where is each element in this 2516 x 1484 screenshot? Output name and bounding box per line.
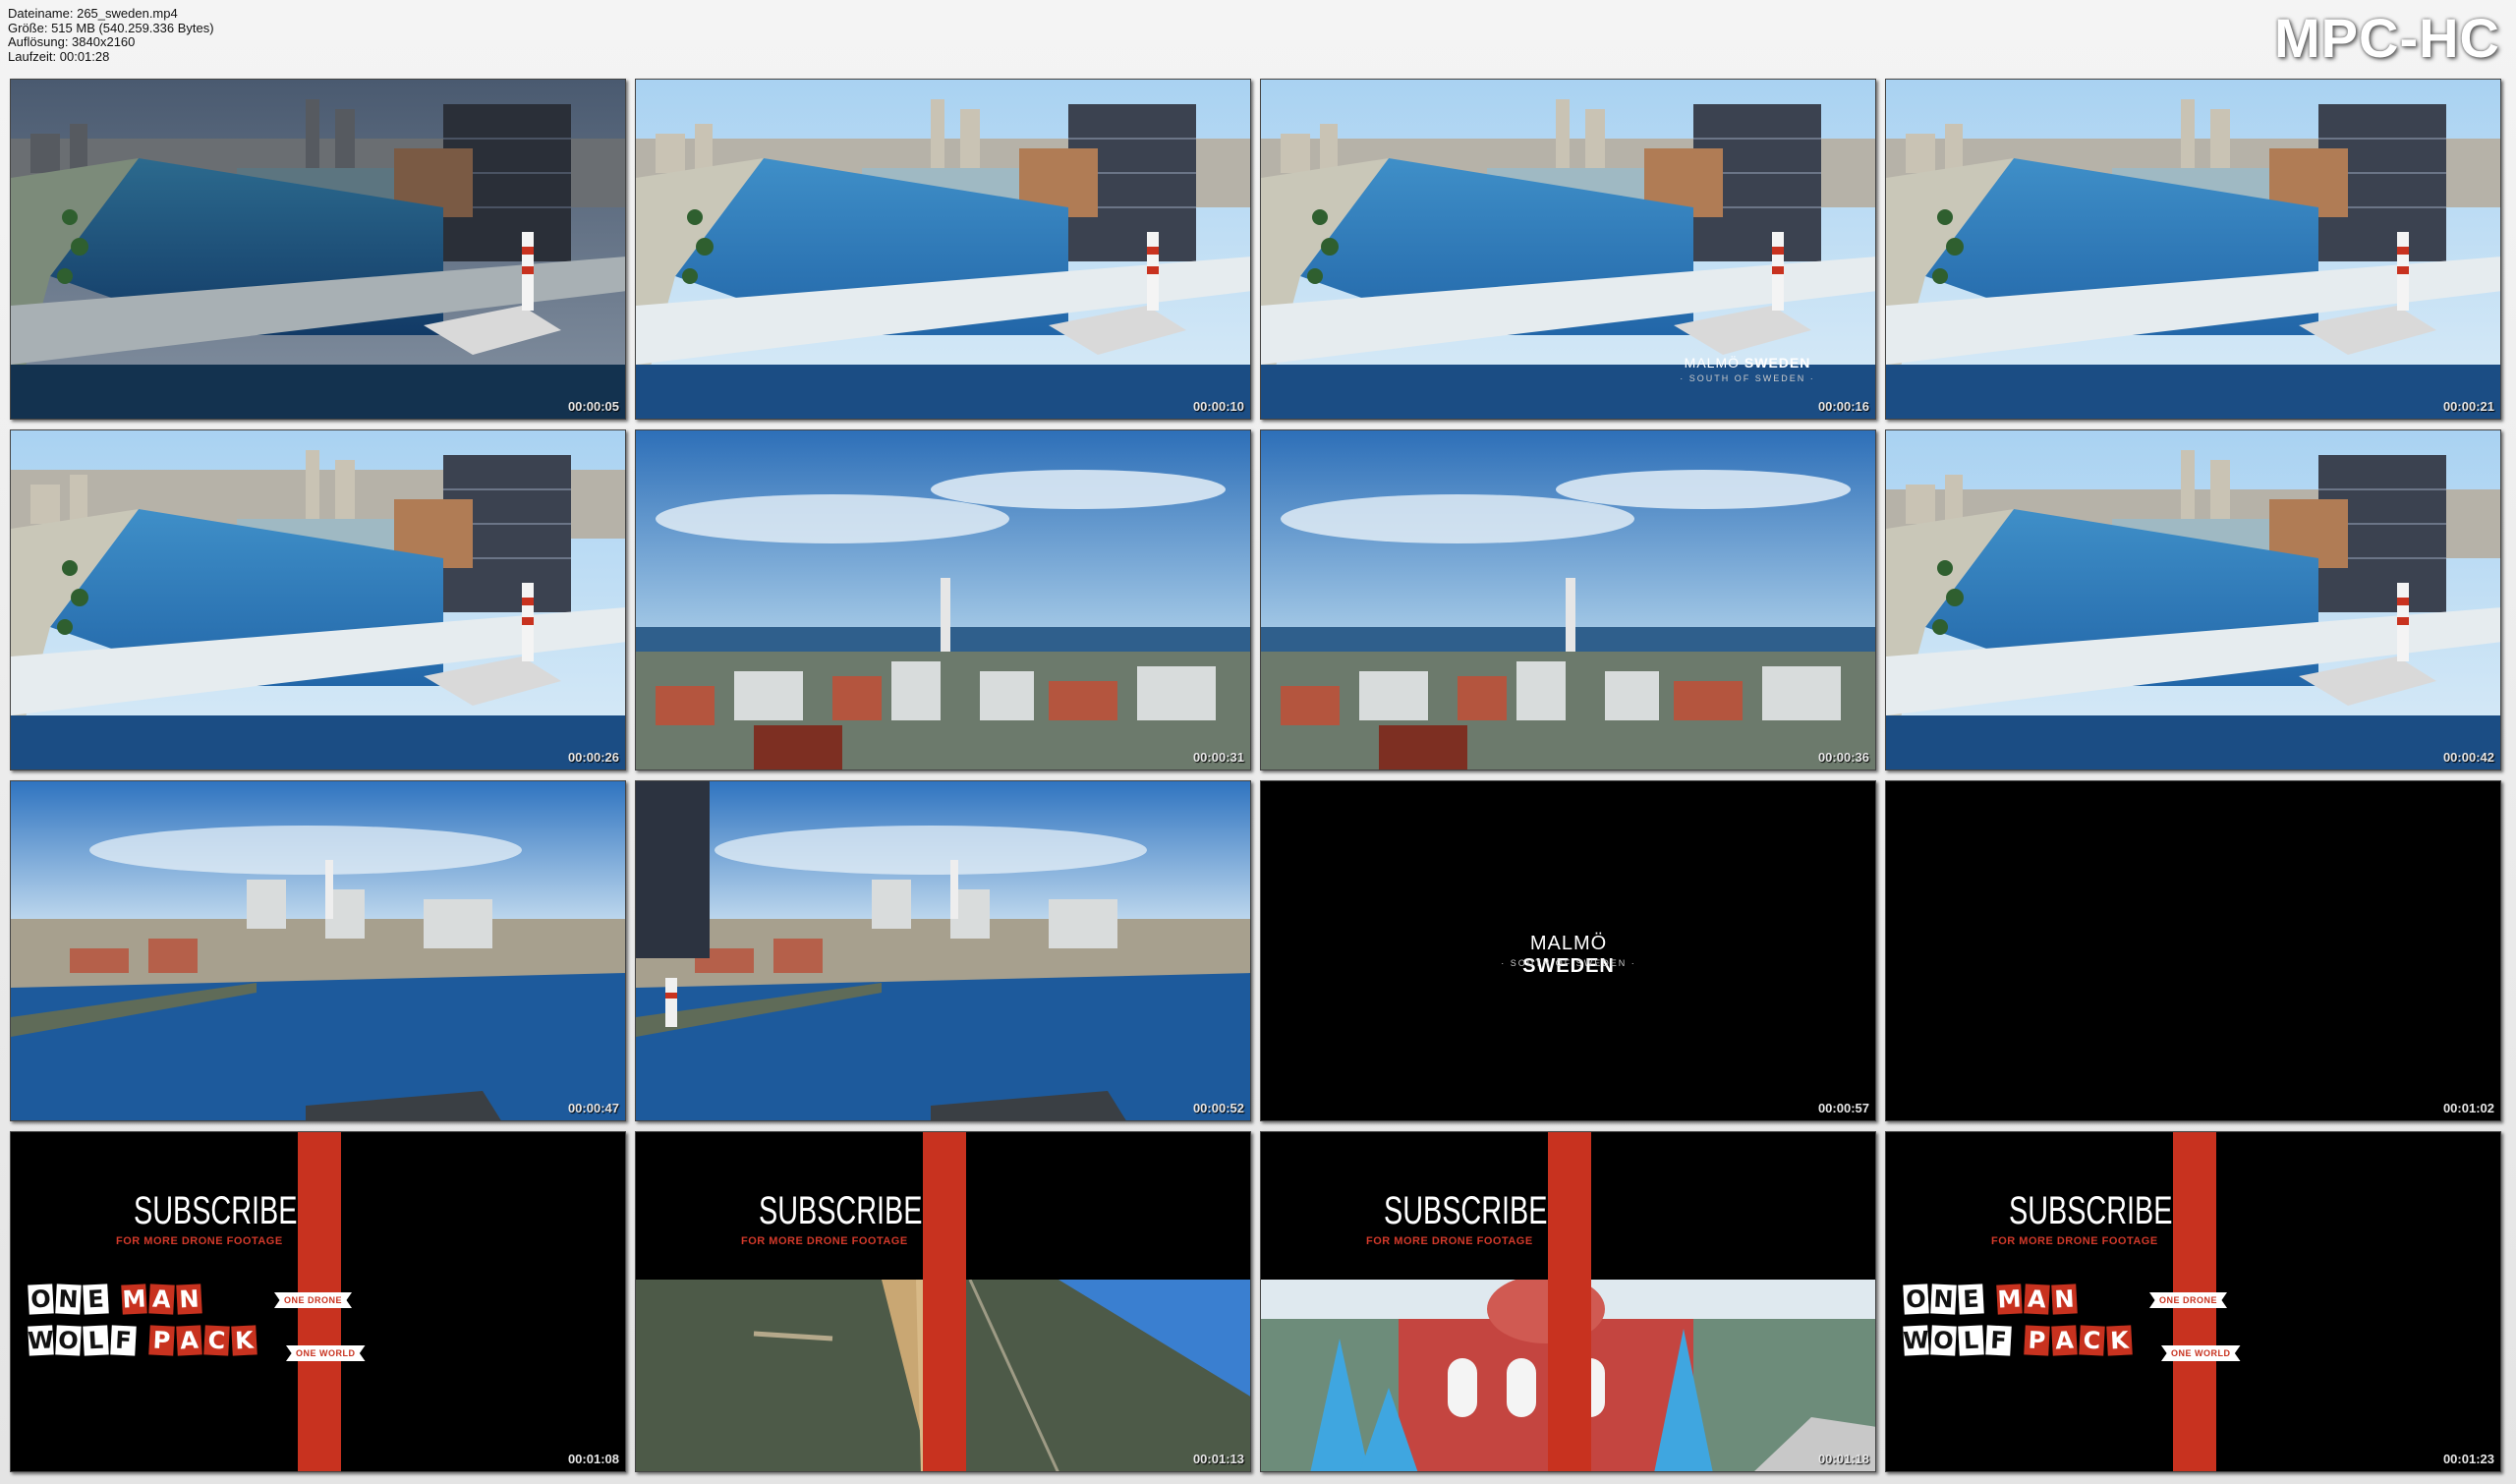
water-city-scene (11, 781, 625, 1120)
wolf-pack-row: WOLFPACK (1902, 1325, 2133, 1356)
file-resolution: Auflösung: 3840x2160 (8, 34, 136, 49)
wolf-pack-letter: O (1930, 1325, 1957, 1356)
wolf-pack-row: ONEMAN (28, 1284, 202, 1315)
subscribe-subtitle: FOR MORE DRONE FOOTAGE (116, 1235, 283, 1247)
wolf-pack-letter: W (27, 1325, 55, 1356)
thumbnail-15: SUBSCRIBE FOR MORE DRONE FOOTAGE 00:01:18 (1260, 1131, 1876, 1472)
wolf-pack-row: ONEMAN (1903, 1284, 2078, 1315)
wolf-pack-letter: A (2051, 1325, 2078, 1356)
wolf-pack-letter: L (1958, 1325, 1984, 1356)
wolf-pack-letter: K (2106, 1325, 2133, 1356)
wolf-pack-letter: K (231, 1325, 257, 1356)
timestamp: 00:01:02 (2442, 1101, 2494, 1115)
thumbnail-1: 00:00:05 (10, 79, 626, 420)
wolf-pack-letter: C (203, 1325, 230, 1356)
wolf-pack-letter: A (2024, 1284, 2050, 1315)
timestamp: 00:00:47 (567, 1101, 619, 1115)
harbor-scene (1886, 80, 2500, 419)
wolf-pack-row: WOLFPACK (27, 1325, 257, 1356)
wolf-pack-letter: F (1985, 1325, 2012, 1356)
wolf-pack-letter: N (2051, 1284, 2078, 1315)
timestamp: 00:00:05 (567, 399, 619, 414)
file-info: Dateiname: 265_sweden.mp4 Größe: 515 MB … (8, 6, 214, 64)
subscribe-subtitle: FOR MORE DRONE FOOTAGE (741, 1235, 908, 1247)
wolf-pack-letter: O (28, 1284, 54, 1315)
timestamp: 00:00:21 (2442, 399, 2494, 414)
timestamp: 00:01:18 (1817, 1452, 1869, 1466)
timestamp: 00:01:08 (567, 1452, 619, 1466)
harbor-scene (11, 80, 625, 419)
thumbnail-13: SUBSCRIBE FOR MORE DRONE FOOTAGE O N E M A N W O… (10, 1131, 626, 1472)
subscribe-title: SUBSCRIBE (134, 1189, 298, 1232)
subscribe-title: SUBSCRIBE (759, 1189, 923, 1232)
wolf-pack-letter: M (121, 1284, 147, 1315)
wolf-pack-letter: A (176, 1325, 202, 1356)
timestamp: 00:00:16 (1817, 399, 1869, 414)
file-size: Größe: 515 MB (540.259.336 Bytes) (8, 20, 214, 35)
wolf-pack-letter: F (110, 1325, 137, 1356)
wolf-pack-letter: N (176, 1284, 202, 1315)
file-name: Dateiname: 265_sweden.mp4 (8, 6, 178, 21)
malmo-title: MALMÖ SWEDEN (1522, 933, 1615, 977)
timestamp: 00:01:23 (2442, 1452, 2494, 1466)
wolf-pack-letter: E (83, 1284, 109, 1315)
subscribe-title: SUBSCRIBE (1384, 1189, 1548, 1232)
malmo-subtitle: · SOUTH OF SWEDEN · (1501, 958, 1636, 968)
red-band (1548, 1132, 1591, 1471)
ribbon-one-world: ONE WORLD (2161, 1345, 2241, 1361)
malmo-subtitle: · SOUTH OF SWEDEN · (1680, 373, 1815, 383)
wolf-pack-letter: P (2024, 1325, 2050, 1356)
wolf-pack-letter: P (148, 1325, 175, 1356)
timestamp: 00:00:31 (1192, 750, 1244, 765)
thumbnail-2: 00:00:10 (635, 79, 1251, 420)
ribbon-one-drone: ONE DRONE (274, 1292, 353, 1308)
wolf-pack-letter: A (148, 1284, 175, 1315)
mpc-hc-logo: MPC-HC (2274, 7, 2500, 69)
thumbnail-3: MALMÖ SWEDEN · SOUTH OF SWEDEN · 00:00:16 (1260, 79, 1876, 420)
timestamp: 00:00:26 (567, 750, 619, 765)
malmo-title: MALMÖ SWEDEN (1684, 355, 1811, 371)
wolf-pack-letter: O (55, 1325, 82, 1356)
city-scene (636, 430, 1250, 770)
wolf-pack-letter: N (55, 1284, 82, 1315)
red-band (923, 1132, 966, 1471)
thumbnail-14: SUBSCRIBE FOR MORE DRONE FOOTAGE 00:01:13 (635, 1131, 1251, 1472)
thumbnail-8: 00:00:42 (1885, 429, 2501, 771)
timestamp: 00:01:13 (1192, 1452, 1244, 1466)
thumbnail-12: 00:01:02 (1885, 780, 2501, 1121)
thumbnail-6: 00:00:31 (635, 429, 1251, 771)
harbor-scene (636, 80, 1250, 419)
thumbnail-4: 00:00:21 (1885, 79, 2501, 420)
wolf-pack-letter: C (2079, 1325, 2105, 1356)
ribbon-one-drone: ONE DRONE (2149, 1292, 2228, 1308)
timestamp: 00:00:52 (1192, 1101, 1244, 1115)
city-scene (1261, 430, 1875, 770)
wolf-pack-letter: O (1903, 1284, 1929, 1315)
timestamp: 00:00:57 (1817, 1101, 1869, 1115)
wolf-pack-letter: N (1930, 1284, 1957, 1315)
timestamp: 00:00:10 (1192, 399, 1244, 414)
timestamp: 00:00:42 (2442, 750, 2494, 765)
thumbnail-9: 00:00:47 (10, 780, 626, 1121)
file-duration: Laufzeit: 00:01:28 (8, 48, 110, 64)
thumbnail-16: SUBSCRIBE FOR MORE DRONE FOOTAGE O N E M A N W O… (1885, 1131, 2501, 1472)
ribbon-one-world: ONE WORLD (286, 1345, 366, 1361)
harbor-scene (1886, 430, 2500, 770)
wolf-pack-letter: L (83, 1325, 109, 1356)
subscribe-title: SUBSCRIBE (2009, 1189, 2173, 1232)
thumbnail-7: 00:00:36 (1260, 429, 1876, 771)
wolf-pack-letter: M (1996, 1284, 2023, 1315)
subscribe-subtitle: FOR MORE DRONE FOOTAGE (1991, 1235, 2158, 1247)
water-city-scene (636, 781, 1250, 1120)
thumbnail-grid: 00:00:05 00:00:10 MALMÖ SWEDEN · SOUTH O… (10, 79, 2508, 1472)
wolf-pack-letter: E (1958, 1284, 1984, 1315)
thumbnail-5: 00:00:26 (10, 429, 626, 771)
subscribe-subtitle: FOR MORE DRONE FOOTAGE (1366, 1235, 1533, 1247)
thumbnail-11: MALMÖ SWEDEN · SOUTH OF SWEDEN · 00:00:57 (1260, 780, 1876, 1121)
timestamp: 00:00:36 (1817, 750, 1869, 765)
thumbnail-10: 00:00:52 (635, 780, 1251, 1121)
wolf-pack-letter: W (1902, 1325, 1930, 1356)
harbor-scene (11, 430, 625, 770)
